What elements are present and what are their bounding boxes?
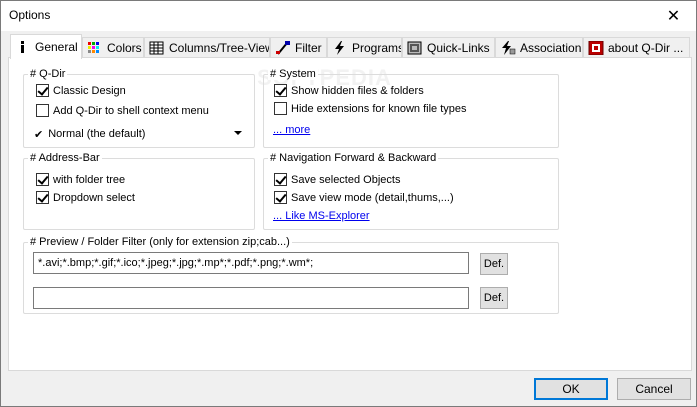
tab-label: about Q-Dir ... bbox=[608, 41, 684, 55]
grid-icon bbox=[407, 41, 423, 55]
association-icon bbox=[500, 41, 516, 55]
tab-about[interactable]: about Q-Dir ... bbox=[583, 37, 690, 58]
chevron-down-icon bbox=[234, 131, 242, 135]
tab-label: Programs bbox=[352, 41, 402, 55]
checkbox-label: Show hidden files & folders bbox=[291, 84, 424, 97]
title-bar: Options ✕ bbox=[1, 1, 696, 31]
preview-filter-default-button[interactable]: Def. bbox=[480, 253, 508, 275]
close-button[interactable]: ✕ bbox=[651, 1, 696, 30]
info-icon bbox=[15, 40, 31, 54]
save-view-mode-checkbox[interactable]: Save view mode (detail,thums,...) bbox=[274, 191, 454, 204]
tab-label: Quick-Links bbox=[427, 41, 490, 55]
tab-colors[interactable]: Colors bbox=[82, 37, 144, 58]
mode-dropdown[interactable]: ✔ Normal (the default) bbox=[34, 127, 242, 141]
tab-strip: General Colors Columns/Tree-View Filter … bbox=[8, 34, 692, 59]
columns-icon bbox=[149, 41, 165, 55]
ok-button[interactable]: OK bbox=[534, 378, 608, 400]
qdir-legend: # Q-Dir bbox=[28, 68, 68, 80]
checkbox-box[interactable] bbox=[36, 191, 49, 204]
tab-label: Columns/Tree-View bbox=[169, 41, 270, 55]
save-selected-checkbox[interactable]: Save selected Objects bbox=[274, 173, 400, 186]
cancel-button[interactable]: Cancel bbox=[617, 378, 691, 400]
checkbox-label: Add Q-Dir to shell context menu bbox=[53, 104, 209, 117]
tab-general[interactable]: General bbox=[10, 34, 82, 59]
tab-label: Colors bbox=[107, 41, 142, 55]
tab-label: Association bbox=[520, 41, 582, 55]
checkbox-box[interactable] bbox=[36, 173, 49, 186]
checkbox-box[interactable] bbox=[274, 84, 287, 97]
tab-association[interactable]: Association bbox=[495, 37, 583, 58]
navigation-legend: # Navigation Forward & Backward bbox=[268, 152, 439, 164]
check-mark-icon: ✔ bbox=[34, 128, 44, 141]
checkbox-box[interactable] bbox=[36, 84, 49, 97]
tab-label: Filter bbox=[295, 41, 322, 55]
lightning-icon bbox=[332, 41, 348, 55]
folder-tree-checkbox[interactable]: with folder tree bbox=[36, 173, 125, 186]
classic-design-checkbox[interactable]: Classic Design bbox=[36, 84, 126, 97]
checkbox-label: Dropdown select bbox=[53, 191, 135, 204]
address-bar-legend: # Address-Bar bbox=[28, 152, 102, 164]
dropdown-select-checkbox[interactable]: Dropdown select bbox=[36, 191, 135, 204]
folder-filter-default-button[interactable]: Def. bbox=[480, 287, 508, 309]
checkbox-box[interactable] bbox=[274, 173, 287, 186]
checkbox-box[interactable] bbox=[274, 191, 287, 204]
tab-columns-tree-view[interactable]: Columns/Tree-View bbox=[144, 37, 270, 58]
checkbox-label: Save selected Objects bbox=[291, 173, 401, 186]
system-more-link[interactable]: ... more bbox=[273, 124, 310, 136]
add-shell-menu-checkbox[interactable]: Add Q-Dir to shell context menu bbox=[36, 104, 209, 117]
preview-legend: # Preview / Folder Filter (only for exte… bbox=[28, 236, 292, 248]
palette-icon bbox=[87, 41, 103, 55]
checkbox-label: Save view mode (detail,thums,...) bbox=[291, 191, 454, 204]
window-title: Options bbox=[9, 8, 51, 22]
like-explorer-link[interactable]: ... Like MS-Explorer bbox=[273, 210, 370, 222]
dropdown-value: Normal (the default) bbox=[48, 128, 146, 140]
checkbox-label: Classic Design bbox=[53, 84, 126, 97]
folder-filter-input[interactable] bbox=[33, 287, 469, 309]
checkbox-box[interactable] bbox=[36, 104, 49, 117]
about-icon bbox=[588, 40, 604, 56]
preview-filter-input[interactable] bbox=[33, 252, 469, 274]
system-legend: # System bbox=[268, 68, 318, 80]
tab-programs[interactable]: Programs bbox=[327, 37, 402, 58]
checkbox-label: Hide extensions for known file types bbox=[291, 102, 467, 115]
checkbox-label: with folder tree bbox=[53, 173, 126, 186]
filter-brush-icon bbox=[275, 41, 291, 55]
close-icon: ✕ bbox=[666, 7, 681, 25]
checkbox-box[interactable] bbox=[274, 102, 287, 115]
tab-quick-links[interactable]: Quick-Links bbox=[402, 37, 495, 58]
tab-label: General bbox=[35, 40, 78, 54]
options-dialog: Options ✕ General Colors Columns/Tree-Vi… bbox=[0, 0, 697, 407]
hide-extensions-checkbox[interactable]: Hide extensions for known file types bbox=[274, 102, 466, 115]
general-panel: SOFTPEDIA # Q-Dir Classic Design Add Q-D… bbox=[8, 57, 692, 371]
show-hidden-checkbox[interactable]: Show hidden files & folders bbox=[274, 84, 424, 97]
tab-filter[interactable]: Filter bbox=[270, 37, 327, 58]
